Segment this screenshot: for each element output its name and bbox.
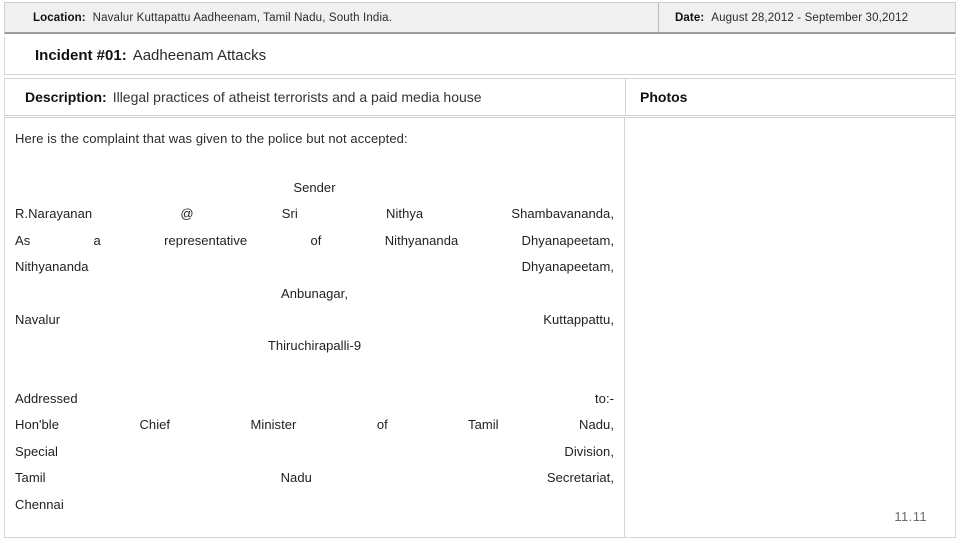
complaint-line: R.Narayanan @ Sri Nithya Shambavananda, [15,206,614,222]
photos-label: Photos [640,89,688,105]
complaint-line: Navalur Kuttappattu, [15,311,614,327]
incident-title-row: Incident #01: Aadheenam Attacks [4,37,956,75]
complaint-line [15,360,614,386]
complaint-line: Hon'ble Chief Minister of Tamil Nadu, [15,417,614,433]
date-value: August 28,2012 - September 30,2012 [711,11,909,24]
incident-title: Aadheenam Attacks [132,47,267,64]
section-header-row: Description: Illegal practices of atheis… [4,78,956,116]
description-value: Illegal practices of atheist terrorists … [112,89,482,105]
complaint-line: As a representative of Nithyananda Dhyan… [15,232,614,248]
complaint-line: Tamil Nadu Secretariat, [15,470,614,486]
description-header-cell: Description: Illegal practices of atheis… [5,79,626,115]
complaint-lines: R.Narayanan @ Sri Nithya Shambavananda, A… [15,201,614,518]
complaint-line: Thiruchirapalli-9 [267,338,362,354]
description-label: Description: [25,89,107,105]
photos-header-cell: Photos [626,79,955,115]
complaint-line: Chennai [15,496,64,512]
incident-number-label: Incident #01: [35,47,127,64]
location-label: Location: [33,11,86,24]
sender-heading: Sender [293,179,336,195]
page-number: 11.11 [894,509,927,524]
complaint-line: Nithyananda Dhyanapeetam, [15,259,614,275]
date-cell: Date: August 28,2012 - September 30,2012 [659,3,955,32]
body-row: Here is the complaint that was given to … [4,117,956,538]
incident-report-page: Location: Navalur Kuttapattu Aadheenam, … [0,0,960,540]
complaint-line: Special Division, [15,443,614,459]
location-cell: Location: Navalur Kuttapattu Aadheenam, … [5,3,659,32]
intro-spacer [15,149,614,175]
date-label: Date: [675,11,705,24]
location-value: Navalur Kuttapattu Aadheenam, Tamil Nadu… [92,11,393,24]
photos-panel: 11.11 [625,117,956,538]
complaint-line: Addressed to:- [15,391,614,407]
meta-header-row: Location: Navalur Kuttapattu Aadheenam, … [4,2,956,34]
complaint-panel: Here is the complaint that was given to … [4,117,625,538]
complaint-intro: Here is the complaint that was given to … [15,131,408,146]
complaint-line: Anbunagar, [280,285,348,301]
